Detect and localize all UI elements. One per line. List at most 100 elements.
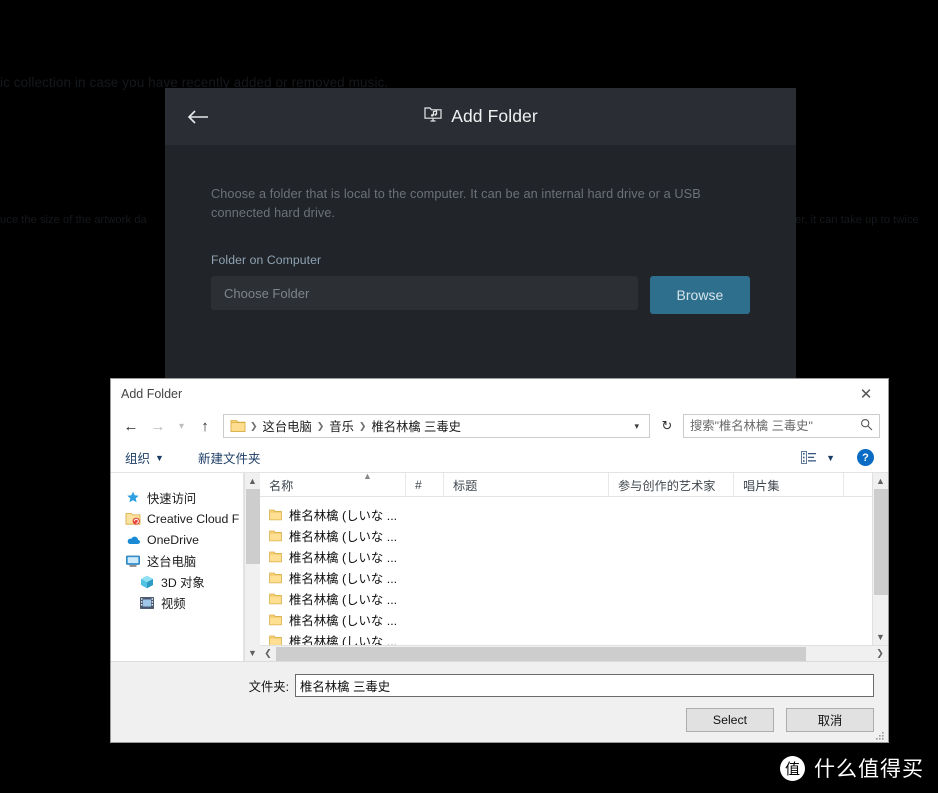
file-rows: 椎名林檎 (しいな ... 椎名林檎 (しいな ... 椎名林檎 (しいな ..… (260, 497, 872, 645)
sidebar-item-label: 快速访问 (147, 491, 197, 506)
file-picker-dialog: Add Folder ✕ ← → ▾ ↑ ❯ 这台电脑 ❯ 音乐 ❯ 椎名林檎 … (110, 378, 889, 743)
sidebar-item-label: Creative Cloud F (147, 511, 240, 526)
folder-icon (269, 614, 282, 626)
breadcrumb-item-1[interactable]: 音乐 (325, 417, 358, 435)
scroll-left-icon[interactable]: ❮ (260, 648, 276, 659)
navigation-pane-scrollbar[interactable]: ▲ ▼ (244, 473, 260, 661)
breadcrumb-separator: ❯ (250, 420, 258, 431)
recent-locations-chevron-down-icon[interactable]: ▾ (173, 414, 190, 438)
sidebar-item-videos[interactable]: 视频 (111, 592, 243, 613)
background-text-line-2-right: er, it can take up to twice (795, 214, 919, 226)
sidebar-item-onedrive[interactable]: OneDrive (111, 529, 243, 550)
file-name: 椎名林檎 (しいな ... (289, 529, 398, 544)
column-header-title[interactable]: 标题 (444, 473, 609, 496)
scroll-up-icon[interactable]: ▲ (876, 473, 885, 489)
arrow-right-icon: → (150, 417, 166, 435)
sidebar-item-quick-access[interactable]: 快速访问 (111, 487, 243, 508)
refresh-icon[interactable]: ↻ (656, 418, 678, 434)
breadcrumb-item-0[interactable]: 这台电脑 (259, 417, 316, 435)
table-row[interactable]: 椎名林檎 (しいな ... (260, 609, 872, 630)
watermark: 值 什么值得买 (780, 753, 924, 783)
scroll-thumb[interactable] (276, 646, 807, 661)
column-header-album[interactable]: 唱片集 (734, 473, 844, 496)
choose-folder-input[interactable] (211, 276, 638, 310)
dialog-button-row: Select 取消 (125, 708, 874, 732)
scroll-track[interactable] (245, 489, 261, 645)
file-name: 椎名林檎 (しいな ... (289, 550, 398, 565)
column-header-track-number[interactable]: # (406, 473, 444, 496)
column-header-name[interactable]: 名称 ▲ (260, 473, 406, 496)
file-name: 椎名林檎 (しいな ... (289, 592, 398, 607)
page-title: Add Folder (451, 106, 538, 126)
breadcrumb-separator: ❯ (358, 420, 367, 431)
caret-up-icon: ▲ (363, 473, 372, 481)
select-button[interactable]: Select (686, 708, 774, 732)
sidebar-item-label: 这台电脑 (147, 554, 197, 569)
close-icon[interactable]: ✕ (844, 379, 888, 409)
folder-icon (269, 509, 282, 521)
cancel-button[interactable]: 取消 (786, 708, 874, 732)
watermark-badge: 值 (780, 755, 805, 781)
search-input[interactable] (690, 419, 860, 433)
scroll-track[interactable] (873, 489, 889, 629)
breadcrumb-item-2[interactable]: 椎名林檎 三毒史 (367, 417, 465, 435)
add-folder-title-group: Add Folder (165, 88, 796, 145)
column-header-contributing-artists[interactable]: 参与创作的艺术家 (609, 473, 734, 496)
folder-icon (269, 530, 282, 542)
arrow-left-icon[interactable]: ← (119, 414, 143, 438)
file-name: 椎名林檎 (しいな ... (289, 634, 398, 646)
add-folder-panel-body: Choose a folder that is local to the com… (165, 145, 796, 314)
resize-grip-icon[interactable] (875, 730, 885, 740)
folder-icon (269, 551, 282, 563)
dialog-titlebar: Add Folder ✕ (111, 379, 888, 409)
arrow-up-icon[interactable]: ↑ (193, 414, 217, 438)
scroll-right-icon[interactable]: ❯ (872, 648, 888, 659)
dialog-main-area: 快速访问 Creative Cloud F OneDrive 这台电脑 3D 对… (111, 473, 888, 661)
organize-menu-button[interactable]: 组织 ▼ (125, 448, 164, 467)
file-list-horizontal-scrollbar[interactable]: ❮ ❯ (260, 645, 888, 661)
folder-on-computer-label: Folder on Computer (211, 253, 322, 267)
new-folder-button[interactable]: 新建文件夹 (198, 448, 261, 467)
folder-name-input[interactable] (295, 674, 874, 697)
file-list-scrollbar[interactable]: ▲ ▼ (872, 473, 888, 645)
table-row[interactable]: 椎名林檎 (しいな ... (260, 525, 872, 546)
help-icon[interactable]: ? (857, 449, 874, 466)
breadcrumb[interactable]: ❯ 这台电脑 ❯ 音乐 ❯ 椎名林檎 三毒史 ▾ (223, 414, 650, 438)
scroll-down-icon[interactable]: ▼ (876, 629, 885, 645)
table-row[interactable]: 椎名林檎 (しいな ... (260, 504, 872, 525)
sidebar-item-this-pc[interactable]: 这台电脑 (111, 550, 243, 571)
toolbar-right-group: ▼ ? (801, 449, 874, 466)
browse-button[interactable]: Browse (649, 276, 750, 314)
folder-icon (230, 419, 246, 433)
table-row[interactable]: 椎名林檎 (しいな ... (260, 546, 872, 567)
sidebar-item-3d-objects[interactable]: 3D 对象 (111, 571, 243, 592)
dialog-navigation-bar: ← → ▾ ↑ ❯ 这台电脑 ❯ 音乐 ❯ 椎名林檎 三毒史 ▾ ↻ (111, 409, 888, 443)
add-folder-panel: Add Folder Choose a folder that is local… (165, 88, 796, 378)
3d-objects-icon (139, 574, 155, 590)
view-details-icon[interactable] (801, 451, 817, 464)
file-list-inner: 名称 ▲ # 标题 参与创作的艺术家 唱片集 椎名林檎 (しいな ... 椎名林… (260, 473, 888, 645)
table-row[interactable]: 椎名林檎 (しいな ... (260, 567, 872, 588)
file-list-pane: 名称 ▲ # 标题 参与创作的艺术家 唱片集 椎名林檎 (しいな ... 椎名林… (260, 473, 888, 661)
search-box[interactable] (683, 414, 880, 438)
folder-icon (269, 635, 282, 645)
sidebar-item-creative-cloud-files[interactable]: Creative Cloud F (111, 508, 243, 529)
table-row[interactable]: 椎名林檎 (しいな ... (260, 588, 872, 609)
screenshot-root: ic collection in case you have recently … (0, 0, 938, 793)
scroll-track[interactable] (276, 646, 872, 662)
scroll-thumb[interactable] (873, 489, 888, 596)
file-name: 椎名林檎 (しいな ... (289, 613, 398, 628)
table-row[interactable]: 椎名林檎 (しいな ... (260, 630, 872, 645)
scroll-thumb[interactable] (245, 489, 260, 564)
scroll-up-icon[interactable]: ▲ (248, 473, 257, 489)
sidebar-item-label: 视频 (161, 596, 186, 611)
sidebar-item-label: OneDrive (147, 532, 199, 547)
folder-icon (269, 572, 282, 584)
sidebar-item-label: 3D 对象 (161, 575, 205, 590)
organize-label: 组织 (125, 452, 151, 466)
breadcrumb-chevron-down-icon[interactable]: ▾ (628, 421, 645, 432)
add-folder-panel-header: Add Folder (165, 88, 796, 145)
scroll-down-icon[interactable]: ▼ (248, 645, 257, 661)
view-caret-down-icon[interactable]: ▼ (826, 453, 835, 463)
onedrive-cloud-icon (125, 532, 141, 548)
